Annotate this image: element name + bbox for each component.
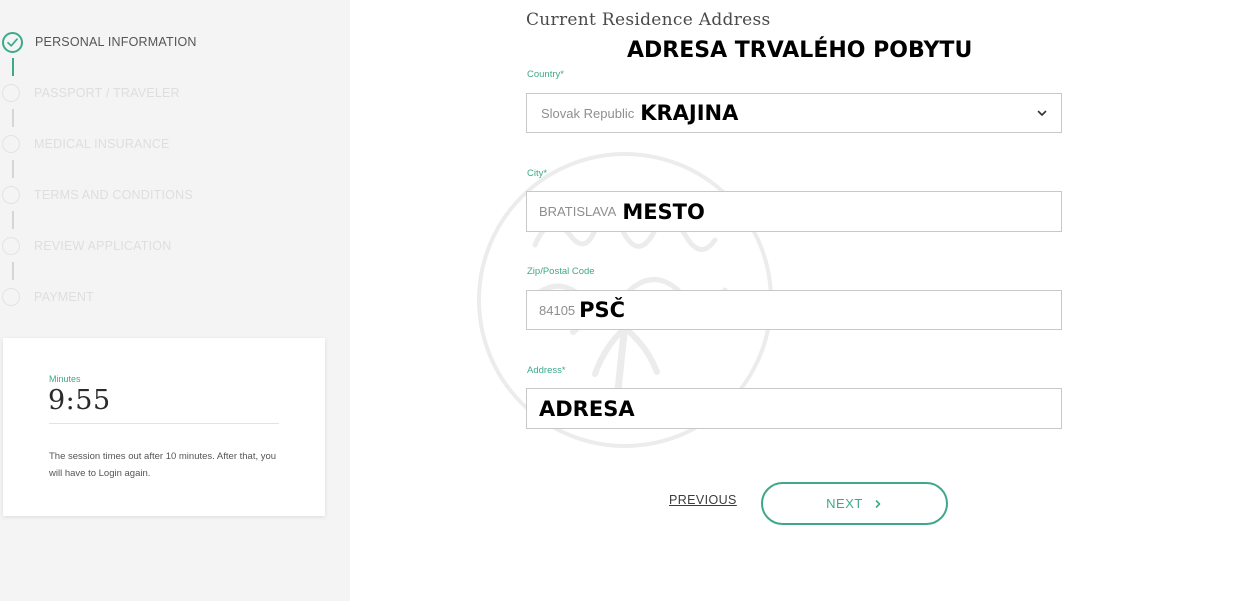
step-connector <box>12 109 14 127</box>
next-label: NEXT <box>826 496 863 511</box>
address-overlay: ADRESA <box>539 396 635 421</box>
section-title-overlay: ADRESA TRVALÉHO POBYTU <box>627 38 973 63</box>
city-value: BRATISLAVA <box>539 204 617 219</box>
city-label: City* <box>527 168 548 179</box>
step-label: PAYMENT <box>34 290 94 304</box>
address-label: Address* <box>527 365 566 376</box>
address-input[interactable]: ADRESA <box>526 388 1062 429</box>
step-connector <box>12 58 14 76</box>
zip-value: 84105 <box>539 302 576 318</box>
zip-input[interactable]: 84105 PSČ <box>526 290 1062 330</box>
step-circle-icon <box>2 84 20 102</box>
step-medical-insurance[interactable]: MEDICAL INSURANCE <box>2 133 170 155</box>
step-connector <box>12 160 14 178</box>
step-review-application[interactable]: REVIEW APPLICATION <box>2 235 171 257</box>
step-payment[interactable]: PAYMENT <box>2 286 94 308</box>
step-circle-icon <box>2 135 20 153</box>
zip-label: Zip/Postal Code <box>527 266 595 277</box>
chevron-right-icon <box>875 499 881 508</box>
chevron-down-icon <box>1037 110 1047 116</box>
step-personal-information[interactable]: PERSONAL INFORMATION <box>2 31 197 53</box>
timer-divider <box>49 423 279 424</box>
timer-value: 9:55 <box>48 385 111 416</box>
step-circle-icon <box>2 237 20 255</box>
zip-overlay: PSČ <box>579 298 626 322</box>
step-label: REVIEW APPLICATION <box>34 239 172 253</box>
section-title: Current Residence Address <box>526 10 771 30</box>
country-label: Country* <box>527 69 564 80</box>
step-terms-and-conditions[interactable]: TERMS AND CONDITIONS <box>2 184 193 206</box>
city-input[interactable]: BRATISLAVA MESTO <box>526 191 1062 232</box>
timer-label: Minutes <box>49 374 81 384</box>
step-connector <box>12 262 14 280</box>
step-label: TERMS AND CONDITIONS <box>34 188 193 202</box>
country-select[interactable]: Slovak Republic KRAJINA <box>526 93 1062 133</box>
step-label: MEDICAL INSURANCE <box>34 137 170 151</box>
check-icon <box>2 31 23 53</box>
session-timeout-note: The session times out after 10 minutes. … <box>49 451 277 479</box>
step-label: PERSONAL INFORMATION <box>35 35 197 49</box>
sidebar: PERSONAL INFORMATION PASSPORT / TRAVELER… <box>0 0 350 601</box>
city-overlay: MESTO <box>622 199 705 224</box>
step-circle-icon <box>2 288 20 306</box>
next-button[interactable]: NEXT <box>761 482 948 525</box>
session-timer-card: Minutes 9:55 The session times out after… <box>3 338 325 516</box>
country-overlay: KRAJINA <box>640 101 739 125</box>
step-passport-traveler[interactable]: PASSPORT / TRAVELER <box>2 82 180 104</box>
step-circle-icon <box>2 186 20 204</box>
country-value: Slovak Republic <box>541 105 635 121</box>
step-connector <box>12 211 14 229</box>
previous-button[interactable]: PREVIOUS <box>669 493 737 507</box>
step-label: PASSPORT / TRAVELER <box>34 86 180 100</box>
